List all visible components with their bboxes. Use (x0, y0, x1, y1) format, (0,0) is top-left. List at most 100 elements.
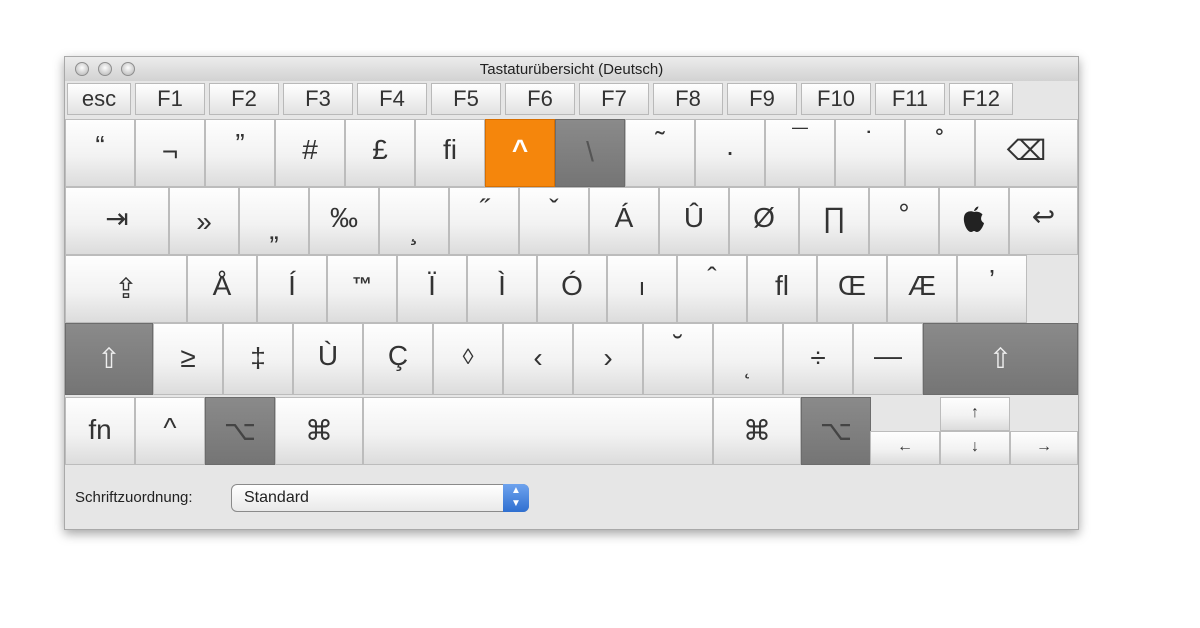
key-row4-11[interactable]: ÷ (783, 323, 853, 395)
key-shift-left[interactable]: ⇧ (65, 323, 153, 395)
key-row4-10[interactable]: ˛ (713, 323, 783, 395)
key-row3-13[interactable]: ’ (957, 255, 1027, 323)
key-arrow-down[interactable]: ↓ (940, 431, 1010, 465)
key-row3-2[interactable]: Å (187, 255, 257, 323)
key-row1-5[interactable]: £ (345, 119, 415, 187)
key-row2-2[interactable]: » (169, 187, 239, 255)
key-control[interactable]: ^ (135, 397, 205, 465)
key-glyph: Å (212, 270, 232, 301)
key-row2-7[interactable]: ˇ (519, 187, 589, 255)
key-row1-10[interactable]: · (695, 119, 765, 187)
key-row1-3[interactable]: ” (205, 119, 275, 187)
key-return[interactable]: ↩ (1009, 187, 1078, 255)
key-f7[interactable]: F7 (579, 83, 649, 115)
key-row3-7[interactable]: Ó (537, 255, 607, 323)
key-command-right[interactable]: ⌘ (713, 397, 801, 465)
window-title: Tastaturübersicht (Deutsch) (479, 61, 664, 78)
key-row4-6[interactable]: ◊ (433, 323, 503, 395)
key-option-right[interactable]: ⌥ (801, 397, 871, 465)
key-row4-3[interactable]: ‡ (223, 323, 293, 395)
arrow-up-icon: ↑ (971, 404, 979, 421)
key-row3-3[interactable]: Í (257, 255, 327, 323)
key-glyph: ‰ (330, 202, 358, 233)
delete-icon: ⌫ (1006, 135, 1047, 166)
key-row3-6[interactable]: Ì (467, 255, 537, 323)
key-shift-right[interactable]: ⇧ (923, 323, 1078, 395)
key-row3-11[interactable]: Œ (817, 255, 887, 323)
key-row1-11[interactable]: ¯ (765, 119, 835, 187)
key-row1-2[interactable]: ¬ (135, 119, 205, 187)
key-row1-9[interactable]: ˜ (625, 119, 695, 187)
key-row4-8[interactable]: › (573, 323, 643, 395)
key-space[interactable] (363, 397, 713, 465)
key-glyph: Æ (908, 270, 936, 301)
key-esc[interactable]: esc (67, 83, 131, 115)
key-row2-10[interactable]: Ø (729, 187, 799, 255)
key-option-left[interactable]: ⌥ (205, 397, 275, 465)
key-glyph: ™ (352, 274, 372, 296)
key-row2-12[interactable]: ° (869, 187, 939, 255)
key-glyph: ˛ (744, 354, 752, 379)
key-delete[interactable]: ⌫ (975, 119, 1078, 187)
key-glyph: ∏ (822, 202, 846, 233)
key-glyph: ◊ (462, 344, 474, 369)
key-glyph: › (603, 342, 613, 373)
key-row1-7-highlighted[interactable]: ^ (485, 119, 555, 187)
key-row3-5[interactable]: Ï (397, 255, 467, 323)
key-row4-7[interactable]: ‹ (503, 323, 573, 395)
key-row1-6[interactable]: ﬁ (415, 119, 485, 187)
key-row3-8[interactable]: ı (607, 255, 677, 323)
key-glyph: Ó (561, 270, 583, 301)
key-row4-12[interactable]: — (853, 323, 923, 395)
key-row1-1[interactable]: “ (65, 119, 135, 187)
key-arrow-up[interactable]: ↑ (940, 397, 1010, 431)
key-row2-8[interactable]: Á (589, 187, 659, 255)
key-fn[interactable]: fn (65, 397, 135, 465)
key-row1-4[interactable]: # (275, 119, 345, 187)
key-f5[interactable]: F5 (431, 83, 501, 115)
key-f9[interactable]: F9 (727, 83, 797, 115)
key-row4-9[interactable]: ˘ (643, 323, 713, 395)
key-arrow-right[interactable]: → (1010, 431, 1078, 465)
key-row2-9[interactable]: Û (659, 187, 729, 255)
key-row4-4[interactable]: Ù (293, 323, 363, 395)
key-f12[interactable]: F12 (949, 83, 1013, 115)
key-row1-8-dead[interactable]: \ (555, 119, 625, 187)
key-row2-13[interactable] (939, 187, 1009, 255)
caps-lock-icon: ⇪ (114, 273, 138, 304)
key-f6[interactable]: F6 (505, 83, 575, 115)
key-f11[interactable]: F11 (875, 83, 945, 115)
key-row2-4[interactable]: ‰ (309, 187, 379, 255)
key-row4-2[interactable]: ≥ (153, 323, 223, 395)
key-row3-12[interactable]: Æ (887, 255, 957, 323)
key-command-left[interactable]: ⌘ (275, 397, 363, 465)
key-glyph: ˘ (673, 330, 683, 361)
key-row3-10[interactable]: ﬂ (747, 255, 817, 323)
key-f8[interactable]: F8 (653, 83, 723, 115)
key-f3[interactable]: F3 (283, 83, 353, 115)
key-f1[interactable]: F1 (135, 83, 205, 115)
key-row3-9[interactable]: ˆ (677, 255, 747, 323)
stepper-arrows-icon[interactable]: ▲ ▼ (503, 484, 529, 512)
key-f10[interactable]: F10 (801, 83, 871, 115)
key-arrow-left[interactable]: ← (870, 431, 940, 465)
key-f4[interactable]: F4 (357, 83, 427, 115)
key-row2-6[interactable]: ˝ (449, 187, 519, 255)
key-glyph: ı (638, 274, 646, 301)
font-mapping-select[interactable]: Standard ▲ ▼ (231, 484, 529, 512)
key-row3-4[interactable]: ™ (327, 255, 397, 323)
key-f2[interactable]: F2 (209, 83, 279, 115)
key-row2-11[interactable]: ∏ (799, 187, 869, 255)
key-row2-3[interactable]: „ (239, 187, 309, 255)
key-glyph: Ù (317, 340, 339, 371)
key-row2-5[interactable]: ¸ (379, 187, 449, 255)
arrow-left-icon: ← (897, 438, 913, 455)
key-tab[interactable]: ⇥ (65, 187, 169, 255)
key-row1-12[interactable]: ˙ (835, 119, 905, 187)
key-caps-lock[interactable]: ⇪ (65, 255, 187, 323)
key-row1-13[interactable]: ˚ (905, 119, 975, 187)
key-row4-5[interactable]: Ç (363, 323, 433, 395)
command-icon: ⌘ (305, 415, 333, 446)
shift-icon: ⇧ (97, 343, 121, 374)
key-glyph: Œ (838, 270, 866, 301)
